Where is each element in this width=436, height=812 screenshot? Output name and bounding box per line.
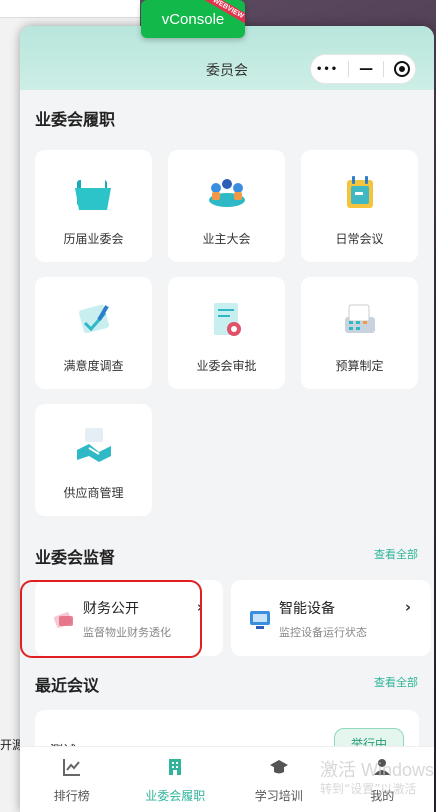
capsule-separator [383, 61, 385, 77]
supervision-card-title: 财务公开 [83, 601, 139, 617]
duty-card-label: 业主大会 [202, 232, 251, 246]
vconsole-button[interactable]: vConsole WEBVIEW [141, 0, 245, 38]
approval-document-icon [214, 303, 241, 336]
supervision-card-subtitle: 监督物业财务透化 [83, 626, 171, 639]
windows-activation-subtext: 转到“设置”以激活 [320, 782, 417, 796]
mini-program-window: 委员会 ••• — 业委会履职 历届业委会 业主大会 日常会议 满意度调查 业委… [20, 26, 434, 812]
duty-card-label: 供应商管理 [63, 486, 124, 500]
supervision-section-title: 业委会监督 [35, 548, 116, 567]
duty-card-past-committee[interactable]: 历届业委会 [35, 150, 152, 262]
tab-training[interactable]: 学习培训 [227, 747, 331, 812]
tab-label: 业委会履职 [145, 789, 206, 803]
survey-icon [79, 304, 109, 334]
duties-section-title: 业委会履职 [35, 110, 116, 129]
supervision-card-finance[interactable]: 财务公开 监督物业财务透化 › [35, 580, 223, 656]
duty-card-supplier-management[interactable]: 供应商管理 [35, 404, 152, 516]
tab-label: 排行榜 [53, 789, 90, 803]
desktop-window-bar [0, 0, 140, 18]
meetings-view-all-link[interactable]: 查看全部 [374, 674, 418, 690]
duty-card-owners-meeting[interactable]: 业主大会 [168, 150, 285, 262]
chevron-right-icon: › [404, 598, 411, 616]
close-icon[interactable] [393, 61, 410, 77]
supervision-card-subtitle: 监控设备运行状态 [279, 626, 367, 639]
folder-icon [75, 176, 111, 210]
more-button[interactable]: ••• [316, 64, 338, 75]
supervision-view-all-link[interactable]: 查看全部 [374, 546, 418, 562]
chart-line-icon [62, 759, 80, 776]
finance-icon [53, 612, 73, 628]
duty-card-label: 日常会议 [335, 232, 384, 246]
capsule-separator [348, 61, 350, 77]
tab-committee-duties[interactable]: 业委会履职 [124, 747, 228, 812]
minimize-button[interactable]: — [359, 61, 373, 77]
graduation-cap-icon [269, 760, 288, 774]
duty-card-label: 预算制定 [335, 359, 384, 373]
supervision-card-title: 智能设备 [279, 601, 335, 617]
duty-card-label: 满意度调查 [63, 359, 124, 373]
meeting-people-icon [209, 179, 245, 207]
capsule-menu: ••• — [310, 54, 416, 84]
duty-card-daily-meeting[interactable]: 日常会议 [301, 150, 418, 262]
duty-card-label: 历届业委会 [63, 232, 124, 246]
duty-card-budget[interactable]: 预算制定 [301, 277, 418, 389]
building-icon [169, 759, 182, 775]
chevron-right-icon: › [196, 598, 203, 616]
duty-card-label: 业委会审批 [196, 359, 257, 373]
handshake-icon [77, 428, 111, 462]
calendar-icon [347, 176, 373, 208]
meetings-section-title: 最近会议 [35, 676, 100, 695]
duty-card-committee-approval[interactable]: 业委会审批 [168, 277, 285, 389]
vconsole-label: vConsole [161, 10, 225, 28]
device-icon [250, 611, 270, 629]
calculator-icon [345, 304, 375, 333]
tab-label: 学习培训 [254, 789, 303, 803]
duty-card-satisfaction-survey[interactable]: 满意度调查 [35, 277, 152, 389]
supervision-card-smart-devices[interactable]: 智能设备 监控设备运行状态 › [231, 580, 431, 656]
windows-activation-watermark: 激活 Windows [320, 760, 435, 780]
tab-ranking[interactable]: 排行榜 [20, 747, 124, 812]
